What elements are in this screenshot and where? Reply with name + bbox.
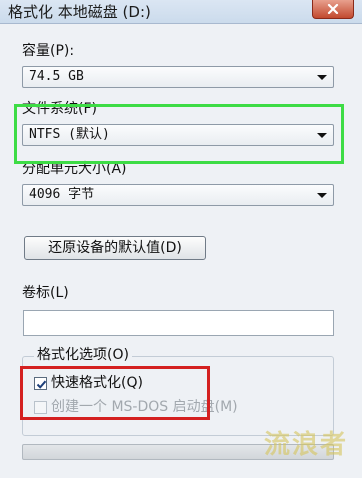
capacity-value: 74.5 GB <box>29 69 84 84</box>
volume-label-input[interactable] <box>23 310 334 336</box>
chevron-down-icon <box>317 193 327 198</box>
volume-label-label: 卷标(L) <box>22 285 69 301</box>
filesystem-highlight-box <box>14 104 344 164</box>
window-title: 格式化 本地磁盘 (D:) <box>8 3 151 21</box>
restore-defaults-button[interactable]: 还原设备的默认值(D) <box>24 236 206 260</box>
watermark: 流浪者 <box>263 430 348 460</box>
capacity-label: 容量(P): <box>22 43 75 59</box>
format-options-legend: 格式化选项(O) <box>34 346 132 364</box>
capacity-select[interactable]: 74.5 GB <box>22 66 334 88</box>
chevron-down-icon <box>317 75 327 80</box>
close-button[interactable] <box>312 0 354 19</box>
allocation-value: 4096 字节 <box>29 187 95 202</box>
title-bar: 格式化 本地磁盘 (D:) <box>0 0 362 24</box>
allocation-select[interactable]: 4096 字节 <box>22 184 334 206</box>
close-icon <box>327 4 339 14</box>
quick-format-highlight-box <box>20 366 210 420</box>
